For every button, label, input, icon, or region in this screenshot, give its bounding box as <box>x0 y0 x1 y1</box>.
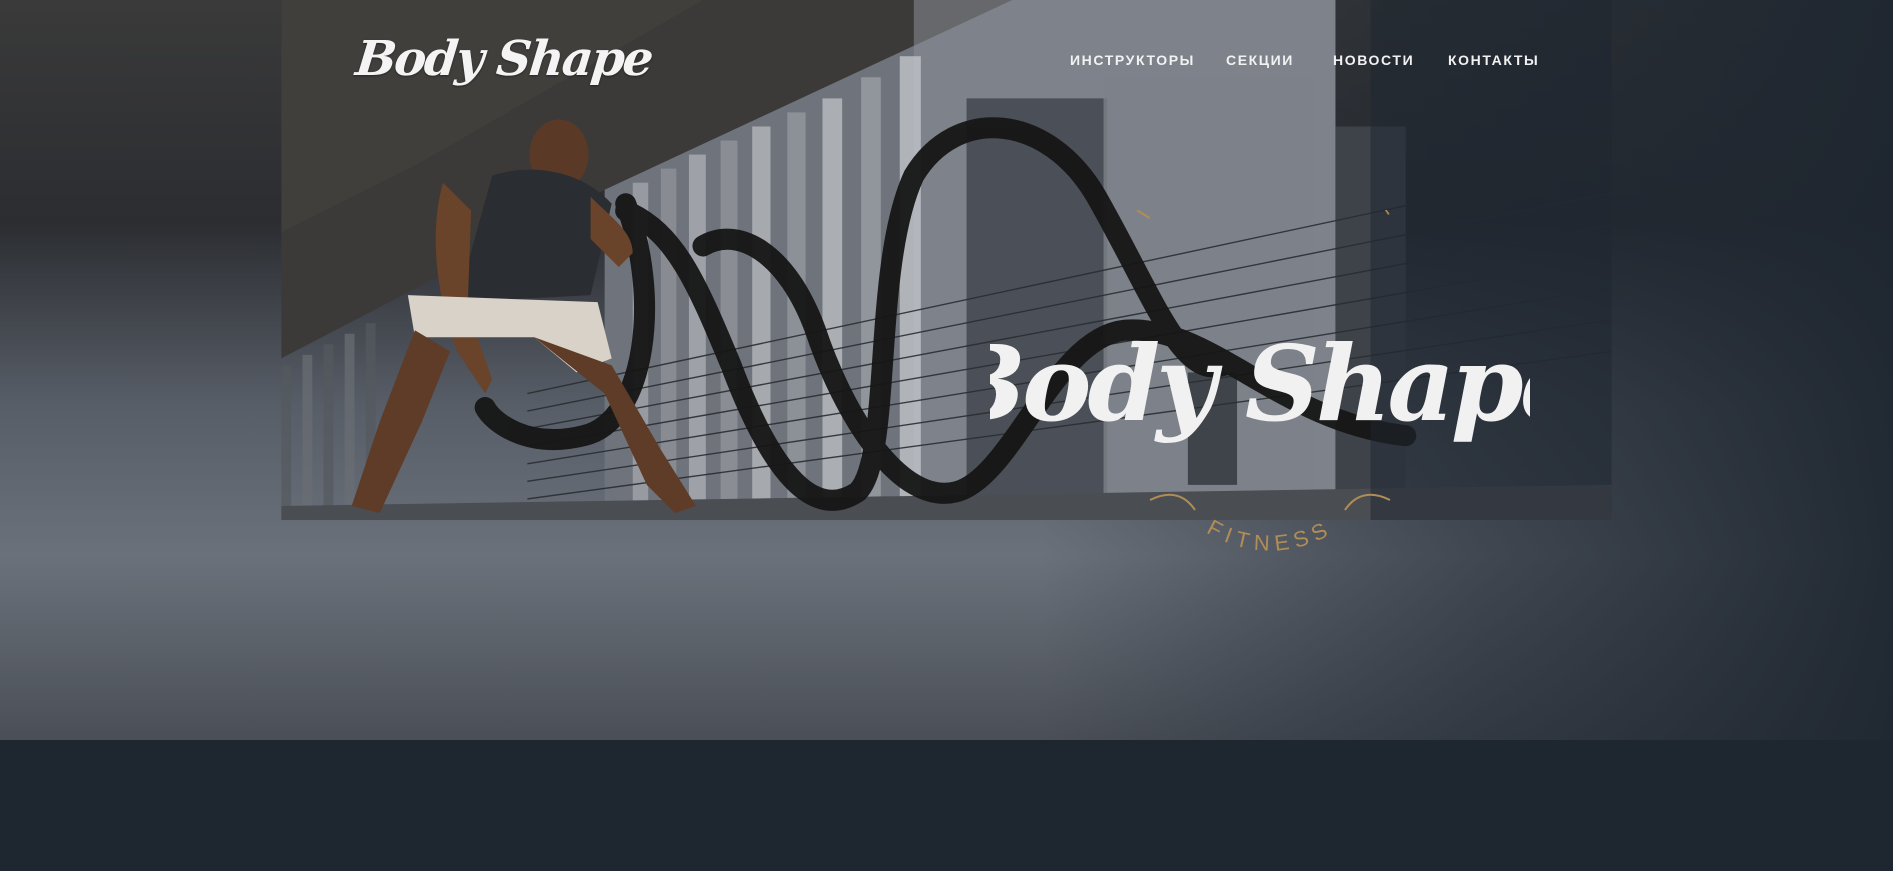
hero-section: Body Shape ИНСТРУКТОРЫ СЕКЦИИ НОВОСТИ КО… <box>0 0 1893 740</box>
nav-item-sections[interactable]: СЕКЦИИ <box>1226 48 1294 72</box>
hero-emblem: INTRODUCING THE Body Shape FITNESS <box>990 210 1530 556</box>
hero-background-image <box>281 0 1612 520</box>
emblem-top-text: INTRODUCING THE <box>1131 210 1408 223</box>
emblem-title: Body Shape <box>990 322 1530 445</box>
emblem-bottom-text: FITNESS <box>1203 515 1336 556</box>
nav-item-instructors[interactable]: ИНСТРУКТОРЫ <box>1070 48 1195 72</box>
site-logo[interactable]: Body Shape <box>352 18 654 100</box>
page-background-band <box>0 740 1893 871</box>
emblem-swash-left <box>1149 493 1196 511</box>
nav-item-contacts[interactable]: КОНТАКТЫ <box>1448 48 1539 72</box>
nav-item-news[interactable]: НОВОСТИ <box>1333 48 1414 72</box>
emblem-swash-right <box>1344 493 1391 511</box>
